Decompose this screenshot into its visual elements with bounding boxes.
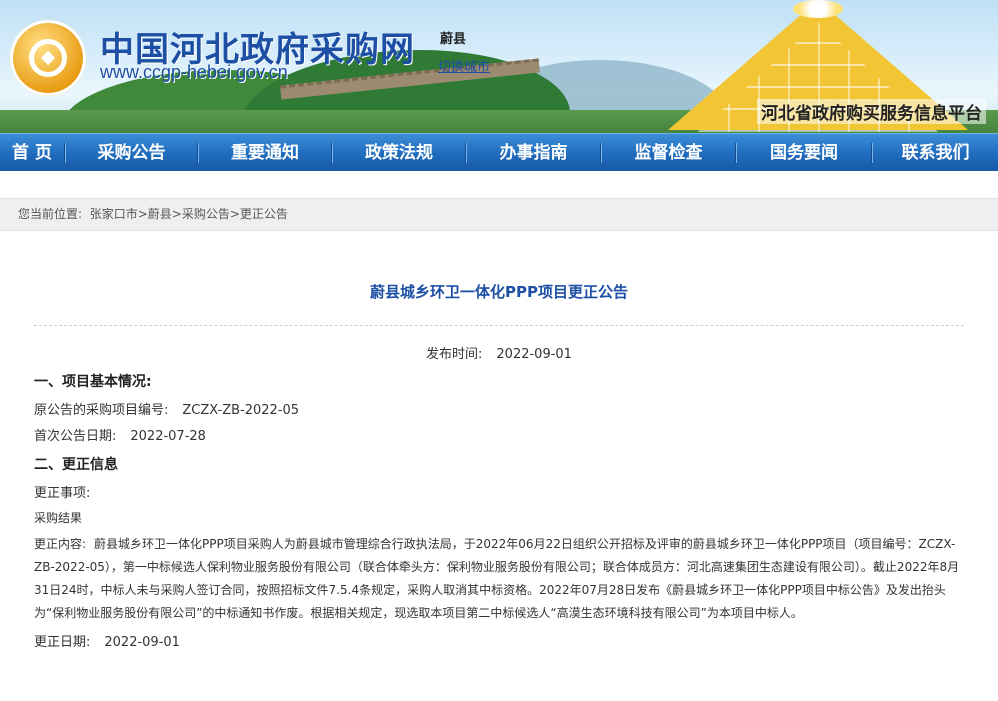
switch-city-link[interactable]: 切换城市 [438,56,490,75]
orig-project-no: 原公告的采购项目编号: ZCZX-ZB-2022-05 [34,399,964,419]
breadcrumb-separator: > [137,207,148,221]
banner-pyramid-glow [793,0,843,18]
nav-policies[interactable]: 政策法规 [333,134,465,172]
nav-state-news[interactable]: 国务要闻 [737,134,871,172]
orig-project-no-value: ZCZX-ZB-2022-05 [182,403,300,418]
article-title: 蔚县城乡环卫一体化PPP项目更正公告 [370,283,628,301]
article: 蔚县城乡环卫一体化PPP项目更正公告 发布时间: 2022-09-01 一、项目基… [0,281,998,651]
nav-important-notices[interactable]: 重要通知 [199,134,331,172]
breadcrumb: 您当前位置: 张家口市>蔚县>采购公告>更正公告 [0,198,998,231]
main-nav: 首 页 采购公告 重要通知 政策法规 办事指南 监督检查 国务要闻 联系我们 [0,133,998,171]
nav-procurement-notices[interactable]: 采购公告 [66,134,197,172]
breadcrumb-item-procurement[interactable]: 采购公告 [182,207,230,221]
platform-name: 河北省政府购买服务信息平台 [757,99,986,124]
site-logo-icon[interactable] [10,20,86,96]
publish-time: 发布时间: 2022-09-01 [34,343,964,362]
publish-label: 发布时间: [426,347,483,362]
breadcrumb-item-current: 更正公告 [239,207,288,221]
change-content-label: 更正内容: [34,537,87,551]
breadcrumb-item-yuxian[interactable]: 蔚县 [148,207,172,221]
section-heading: 二、更正信息 [34,457,118,473]
change-item-label: 更正事项: [34,486,91,501]
first-notice-date-value: 2022-07-28 [130,429,206,444]
nav-contact[interactable]: 联系我们 [873,134,998,172]
nav-supervision[interactable]: 监督检查 [602,134,735,172]
change-content-text: 蔚县城乡环卫一体化PPP项目采购人为蔚县城市管理综合行政执法局，于2022年06… [34,537,960,620]
change-date: 更正日期: 2022-09-01 [34,631,964,651]
header-banner: 中国河北政府采购网 www.ccgp-hebei.gov.cn 蔚县 切换城市 … [0,0,998,133]
change-date-label: 更正日期: [34,635,91,650]
orig-project-no-label: 原公告的采购项目编号: [34,403,169,418]
change-content: 更正内容: 蔚县城乡环卫一体化PPP项目采购人为蔚县城市管理综合行政执法局，于20… [34,533,964,625]
breadcrumb-separator: > [229,207,240,221]
nav-home[interactable]: 首 页 [0,134,64,172]
breadcrumb-separator: > [171,207,182,221]
publish-date: 2022-09-01 [496,347,572,362]
site-url: www.ccgp-hebei.gov.cn [100,62,288,82]
change-item-value: 采购结果 [34,511,83,525]
divider [34,325,964,326]
breadcrumb-prefix: 您当前位置: [18,207,83,221]
section-heading: 一、项目基本情况: [34,374,152,390]
breadcrumb-item-zhangjiakou[interactable]: 张家口市 [90,207,138,221]
nav-guide[interactable]: 办事指南 [467,134,600,172]
first-notice-date-label: 首次公告日期: [34,429,117,444]
change-date-value: 2022-09-01 [104,635,180,650]
first-notice-date: 首次公告日期: 2022-07-28 [34,425,964,445]
current-city: 蔚县 [440,32,467,47]
